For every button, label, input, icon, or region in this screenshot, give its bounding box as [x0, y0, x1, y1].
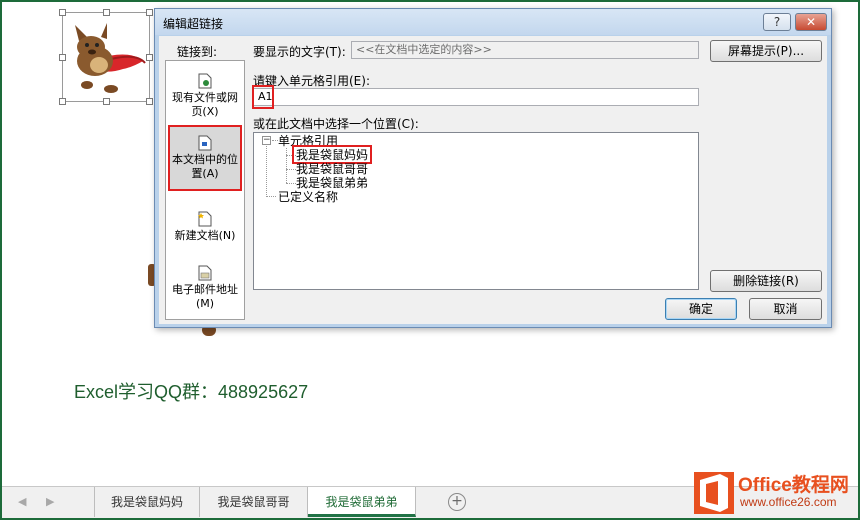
sidebar-item-existing-file[interactable]: 现有文件或网页(X) [168, 73, 242, 119]
sheet-tab-brother[interactable]: 我是袋鼠哥哥 [200, 487, 308, 517]
resize-handle[interactable] [59, 9, 66, 16]
dialog-title: 编辑超链接 [163, 17, 224, 31]
resize-handle[interactable] [146, 54, 153, 61]
tree-connector [286, 148, 287, 183]
existing-file-icon [198, 73, 212, 89]
resize-handle[interactable] [103, 9, 110, 16]
screen-tip-button[interactable]: 屏幕提示(P)... [710, 40, 822, 62]
qq-group-text: Excel学习QQ群：488925627 [74, 382, 309, 402]
new-document-icon [198, 211, 212, 227]
kangaroo-picture [75, 23, 146, 93]
place-in-document-icon [198, 135, 212, 151]
selected-picture[interactable] [59, 9, 153, 105]
cell-reference-input[interactable]: A1 [253, 88, 699, 106]
resize-handle[interactable] [146, 98, 153, 105]
sidebar-item-label: 新建文档(N) [174, 229, 236, 242]
resize-handle[interactable] [59, 54, 66, 61]
sidebar-item-email-address[interactable]: 电子邮件地址(M) [168, 265, 242, 311]
cell-reference-highlight [252, 85, 274, 109]
email-address-icon [198, 265, 212, 281]
sheet-tab-mom[interactable]: 我是袋鼠妈妈 [94, 487, 200, 517]
sidebar-item-label: 现有文件或网页(X) [172, 91, 238, 118]
text-to-display-label: 要显示的文字(T): [253, 45, 346, 59]
tree-connector [286, 183, 296, 184]
text-to-display-field[interactable]: <<在文档中选定的内容>> [351, 41, 699, 59]
tree-node-sheet-brother[interactable]: 我是袋鼠哥哥 [296, 162, 368, 176]
remove-link-button[interactable]: 删除链接(R) [710, 270, 822, 292]
watermark-title: Office教程网 [738, 475, 849, 496]
watermark: Office教程网 www.office26.com [690, 468, 860, 518]
dialog-titlebar[interactable]: 编辑超链接 ? ✕ [155, 9, 831, 35]
close-button[interactable]: ✕ [795, 13, 827, 31]
tree-connector [286, 169, 296, 170]
select-place-label: 或在此文档中选择一个位置(C): [253, 117, 419, 131]
watermark-url: www.office26.com [740, 495, 837, 509]
tab-scroll-left-icon[interactable]: ◀ [18, 495, 26, 508]
link-to-sidebar: 现有文件或网页(X) 本文档中的位置(A) 新建文档(N) 电子邮件地址(M) [165, 60, 245, 320]
dialog-client: 链接到: 现有文件或网页(X) 本文档中的位置(A) 新建文档(N) 电子邮件地… [159, 36, 827, 324]
tree-node-sheet-younger-brother[interactable]: 我是袋鼠弟弟 [296, 176, 368, 190]
cancel-button[interactable]: 取消 [749, 298, 822, 320]
office-logo-icon [694, 472, 734, 514]
ok-button[interactable]: 确定 [665, 298, 737, 320]
sidebar-item-label: 电子邮件地址(M) [172, 283, 238, 310]
help-button[interactable]: ? [763, 13, 791, 31]
sidebar-item-place-in-document[interactable]: 本文档中的位置(A) [168, 125, 242, 191]
collapse-icon[interactable]: − [262, 136, 271, 145]
tab-scroll-right-icon[interactable]: ▶ [46, 495, 54, 508]
add-sheet-icon[interactable]: + [448, 493, 466, 511]
sidebar-item-label: 本文档中的位置(A) [172, 153, 238, 180]
tree-node-defined-names[interactable]: 已定义名称 [278, 190, 338, 204]
document-place-tree[interactable]: − 单元格引用 我是袋鼠妈妈 我是袋鼠哥哥 我是袋鼠弟弟 已定义名称 [253, 132, 699, 290]
tree-connector [266, 146, 267, 195]
tree-connector [266, 196, 276, 197]
sheet-tab-younger-brother[interactable]: 我是袋鼠弟弟 [308, 487, 416, 517]
sidebar-item-new-document[interactable]: 新建文档(N) [168, 211, 242, 243]
link-to-label: 链接到: [177, 45, 218, 59]
resize-handle[interactable] [103, 98, 110, 105]
edit-hyperlink-dialog: 编辑超链接 ? ✕ 链接到: 现有文件或网页(X) 本文档中的位置(A) 新建文… [154, 8, 832, 328]
resize-handle[interactable] [146, 9, 153, 16]
resize-handle[interactable] [59, 98, 66, 105]
